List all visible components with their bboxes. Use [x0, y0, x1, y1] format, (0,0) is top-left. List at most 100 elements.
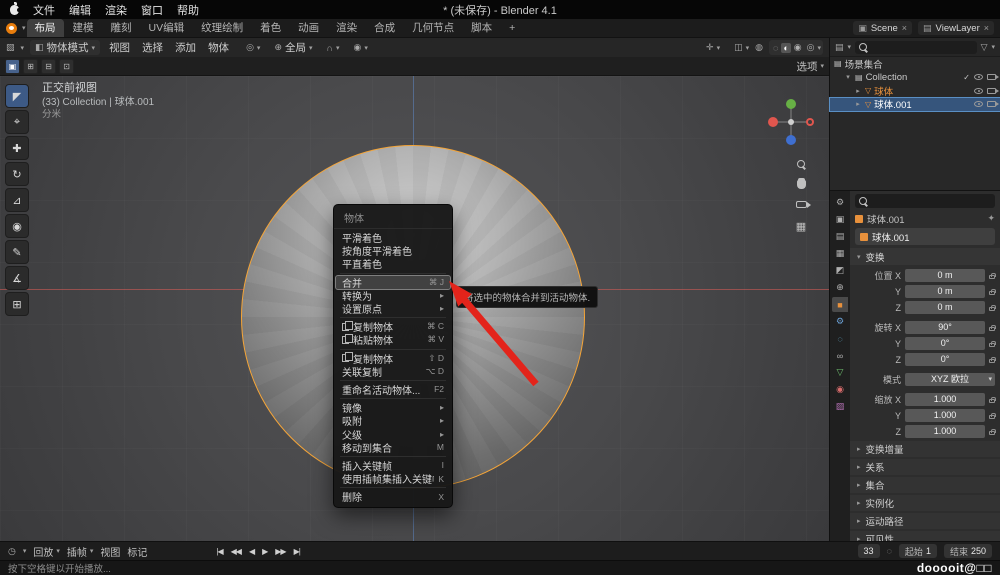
- xray-toggle-icon[interactable]: ◍: [755, 42, 763, 53]
- play-reverse-button[interactable]: ◀: [247, 547, 256, 556]
- tool-move[interactable]: ✚: [5, 136, 29, 160]
- timeline-editor-icon[interactable]: ◷: [8, 546, 16, 557]
- workspace-tab-compositing[interactable]: 合成: [366, 19, 403, 37]
- current-frame-field[interactable]: 33: [858, 544, 880, 558]
- tool-select-box[interactable]: ◤: [5, 84, 29, 108]
- proportional-edit-dropdown[interactable]: ◉ ▾: [353, 42, 367, 53]
- snap-dropdown[interactable]: ∩ ▾: [327, 43, 340, 53]
- location-x-field[interactable]: 0 m: [905, 269, 985, 282]
- frame-start-field[interactable]: 起始1: [899, 544, 937, 558]
- menu-item-mirror[interactable]: 镜像▸: [334, 401, 452, 414]
- panel-motion-paths[interactable]: ▸运动路径: [850, 513, 1000, 529]
- camera-view-button[interactable]: [793, 196, 809, 212]
- tool-transform[interactable]: ◉: [5, 214, 29, 238]
- gizmo-y-ball[interactable]: [786, 99, 796, 109]
- select-mode-set-icon[interactable]: ▣: [5, 59, 20, 74]
- menu-item-move-to-collection[interactable]: 移动到集合M: [334, 441, 452, 454]
- menu-edit[interactable]: 编辑: [69, 2, 91, 18]
- tab-object-data[interactable]: ▽: [832, 365, 848, 380]
- lock-icon[interactable]: [989, 291, 995, 295]
- menu-window[interactable]: 窗口: [141, 2, 163, 18]
- tab-texture[interactable]: ▨: [832, 399, 848, 414]
- menu-item-convert-to[interactable]: 转换为▸: [334, 289, 452, 302]
- outliner-editor-icon[interactable]: ▤: [835, 42, 844, 53]
- menu-item-insert-keyframe-set[interactable]: 使用插帧集插入关键帧K: [334, 472, 452, 485]
- workspace-tab-geometry-nodes[interactable]: 几何节点: [404, 19, 462, 37]
- select-mode-subtract-icon[interactable]: ⊟: [41, 59, 56, 74]
- tool-rotate[interactable]: ↻: [5, 162, 29, 186]
- exclude-checkbox-icon[interactable]: ✓: [963, 73, 970, 82]
- scale-x-field[interactable]: 1.000: [905, 393, 985, 406]
- menu-help[interactable]: 帮助: [177, 2, 199, 18]
- lock-icon[interactable]: [989, 327, 995, 331]
- options-dropdown[interactable]: 选项: [796, 59, 817, 74]
- render-camera-icon[interactable]: [987, 88, 996, 94]
- tab-scene[interactable]: ◩: [832, 263, 848, 278]
- menu-item-paste-objects[interactable]: 粘贴物体⌘ V: [334, 333, 452, 346]
- menu-item-rename-active[interactable]: 重命名活动物体...F2: [334, 383, 452, 396]
- workspace-tab-scripting[interactable]: 脚本: [463, 19, 500, 37]
- menu-item-duplicate-objects[interactable]: 复制物体⇧ D: [334, 352, 452, 365]
- tab-constraints[interactable]: ∞: [832, 348, 848, 363]
- viewport-canvas[interactable]: 正交前视图 (33) Collection | 球体.001 分米 ◤ ⌖ ✚ …: [0, 76, 829, 541]
- outliner-search-input[interactable]: [855, 41, 977, 54]
- viewlayer-unlink-icon[interactable]: ×: [984, 23, 989, 33]
- ortho-toggle-button[interactable]: ▦: [793, 218, 809, 234]
- tool-annotate[interactable]: ✎: [5, 240, 29, 264]
- outliner-row-scene-collection[interactable]: ▤ 场景集合: [830, 57, 1000, 71]
- blender-logo-icon[interactable]: [6, 23, 17, 34]
- timeline-editor-chevron-icon[interactable]: ▾: [23, 547, 27, 555]
- outliner-row-sphere-001[interactable]: ▸ ▽ 球体.001: [830, 98, 1000, 112]
- menu-item-parent[interactable]: 父级▸: [334, 427, 452, 440]
- tab-output[interactable]: ▤: [832, 229, 848, 244]
- outliner-editor-chevron-icon[interactable]: ▾: [848, 43, 852, 51]
- rotation-z-field[interactable]: 0°: [905, 353, 985, 366]
- next-keyframe-button[interactable]: ▶▶: [273, 547, 287, 556]
- panel-relations[interactable]: ▸关系: [850, 459, 1000, 475]
- menu-item-shade-auto-smooth[interactable]: 按角度平滑着色: [334, 244, 452, 257]
- zoom-button[interactable]: [793, 156, 809, 172]
- menu-render[interactable]: 渲染: [105, 2, 127, 18]
- shading-rendered-icon[interactable]: ◎: [805, 42, 817, 53]
- timeline-menu-playback[interactable]: 回放▾: [33, 544, 60, 559]
- menu-item-join[interactable]: 合并⌘ J: [336, 276, 450, 289]
- outliner-filter-chevron-icon[interactable]: ▾: [991, 43, 995, 51]
- lock-icon[interactable]: [989, 399, 995, 403]
- viewport-menu-add[interactable]: 添加: [172, 40, 199, 55]
- tool-add-cube[interactable]: ⊞: [5, 292, 29, 316]
- menu-file[interactable]: 文件: [33, 2, 55, 18]
- panel-collections[interactable]: ▸集合: [850, 477, 1000, 493]
- lock-icon[interactable]: [989, 431, 995, 435]
- frame-end-field[interactable]: 结束250: [944, 544, 992, 558]
- select-mode-invert-icon[interactable]: ⊡: [59, 59, 74, 74]
- panel-delta-transform[interactable]: ▸变换增量: [850, 441, 1000, 457]
- gizmo-x-ball[interactable]: [768, 117, 778, 127]
- apple-menu-icon[interactable]: [10, 5, 19, 15]
- location-z-field[interactable]: 0 m: [905, 301, 985, 314]
- tab-physics[interactable]: ◌: [832, 331, 848, 346]
- lock-icon[interactable]: [989, 415, 995, 419]
- mode-dropdown[interactable]: ◧ 物体模式 ▾: [30, 40, 100, 55]
- gizmo-z-ball[interactable]: [786, 135, 796, 145]
- gizmo-x-neg-ball[interactable]: [806, 118, 814, 126]
- menu-item-delete[interactable]: 删除X: [334, 490, 452, 503]
- workspace-tab-texture-paint[interactable]: 纹理绘制: [193, 19, 251, 37]
- properties-search-input[interactable]: [855, 194, 995, 208]
- lock-icon[interactable]: [989, 275, 995, 279]
- shading-wireframe-icon[interactable]: ◌: [771, 43, 780, 53]
- viewport-menu-view[interactable]: 视图: [106, 40, 133, 55]
- auto-keying-icon[interactable]: ◌: [887, 546, 892, 556]
- transform-panel-header[interactable]: ▾ 变换: [850, 248, 1000, 265]
- workspace-tab-modeling[interactable]: 建模: [65, 19, 102, 37]
- rotation-x-field[interactable]: 90°: [905, 321, 985, 334]
- workspace-tab-layout[interactable]: 布局: [27, 19, 64, 37]
- show-gizmo-toggle[interactable]: ✛ ▾: [706, 42, 720, 53]
- tab-material[interactable]: ◉: [832, 382, 848, 397]
- eye-icon[interactable]: [974, 74, 983, 80]
- viewport-menu-object[interactable]: 物体: [205, 40, 232, 55]
- options-chevron-icon[interactable]: ▾: [820, 62, 824, 70]
- select-mode-extend-icon[interactable]: ⊞: [23, 59, 38, 74]
- menu-item-snap[interactable]: 吸附▸: [334, 414, 452, 427]
- timeline-menu-marker[interactable]: 标记: [127, 544, 147, 559]
- tool-measure[interactable]: ∡: [5, 266, 29, 290]
